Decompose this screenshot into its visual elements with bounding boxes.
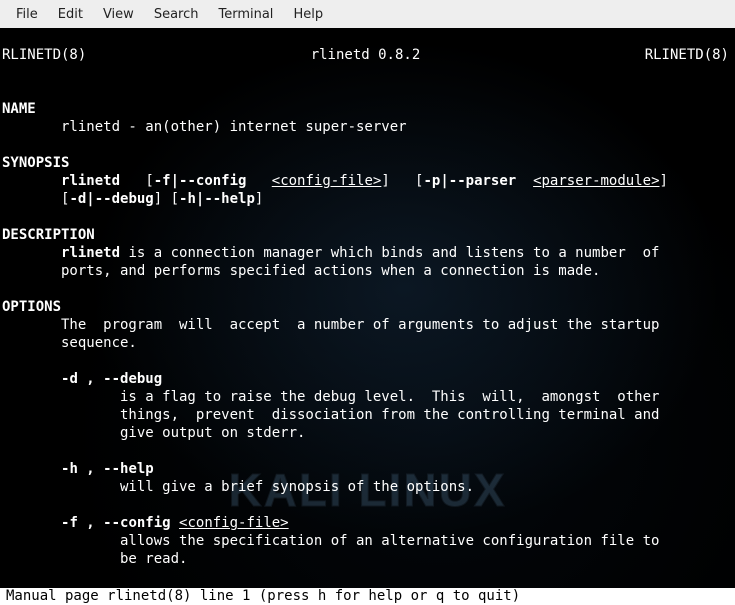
terminal-area[interactable]: KALI LINUX RLINETD(8)rlinetd 0.8.2RLINET… [0, 28, 735, 605]
arg-config-file: <config-file> [272, 173, 382, 189]
options-intro2: sequence. [2, 335, 137, 351]
section-synopsis: SYNOPSIS [2, 155, 69, 171]
opt-h: -h|--help [179, 191, 255, 207]
option-f-arg: <config-file> [179, 515, 289, 531]
menu-view[interactable]: View [93, 4, 144, 25]
options-intro1: The program will accept a number of argu… [2, 317, 659, 333]
header-center: rlinetd 0.8.2 [311, 46, 421, 64]
synopsis-cmd: rlinetd [61, 173, 120, 189]
opt-d: -d|--debug [69, 191, 153, 207]
option-f: -f , --config [61, 515, 171, 531]
header-right: RLINETD(8) [645, 46, 729, 64]
menu-terminal[interactable]: Terminal [208, 4, 283, 25]
manpage-content: RLINETD(8) rlinetd 0.8.2 RLINETD(8) NAME r… [0, 28, 735, 605]
menu-help[interactable]: Help [283, 4, 333, 25]
option-f-line1: allows the specification of an alternati… [2, 533, 659, 549]
section-description: DESCRIPTION [2, 227, 95, 243]
pager-statusline[interactable]: Manual page rlinetd(8) line 1 (press h f… [0, 588, 735, 605]
menubar: File Edit View Search Terminal Help [0, 0, 735, 28]
option-d: -d , --debug [61, 371, 162, 387]
option-f-line2: be read. [2, 551, 187, 567]
arg-parser-module: <parser-module> [533, 173, 659, 189]
opt-f: -f|--config [154, 173, 247, 189]
section-name: NAME [2, 101, 36, 117]
option-d-line2: things, prevent dissociation from the co… [2, 407, 659, 423]
option-h: -h , --help [61, 461, 154, 477]
section-options: OPTIONS [2, 299, 61, 315]
header-left: RLINETD(8) [2, 46, 86, 64]
option-d-line1: is a flag to raise the debug level. This… [2, 389, 659, 405]
option-h-line1: will give a brief synopsis of the option… [2, 479, 474, 495]
desc-cmd: rlinetd [61, 245, 120, 261]
opt-p: -p|--parser [424, 173, 517, 189]
menu-edit[interactable]: Edit [48, 4, 93, 25]
desc-line1: is a connection manager which binds and … [120, 245, 659, 261]
menu-file[interactable]: File [6, 4, 48, 25]
manpage-body: NAME rlinetd - an(other) internet super-… [2, 82, 733, 605]
option-d-line3: give output on stderr. [2, 425, 305, 441]
name-text: rlinetd - an(other) internet super-serve… [2, 119, 407, 135]
manpage-header: RLINETD(8) rlinetd 0.8.2 RLINETD(8) [2, 46, 733, 64]
menu-search[interactable]: Search [144, 4, 209, 25]
desc-line2: ports, and performs specified actions wh… [2, 263, 600, 279]
